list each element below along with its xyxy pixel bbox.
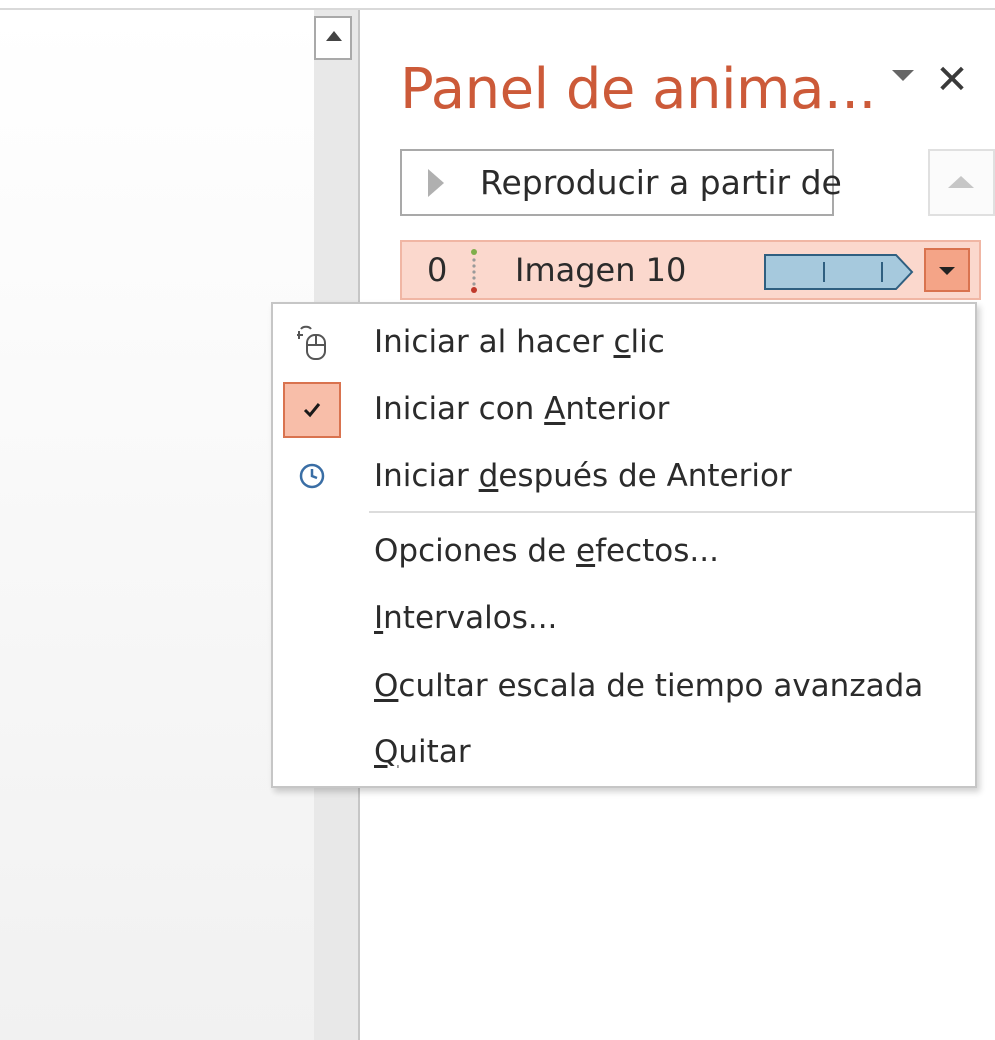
menu-separator [369, 511, 975, 513]
menu-item-start-on-click[interactable]: Iniciar al hacer clic [273, 310, 975, 374]
menu-item-label: Opciones de efectos... [374, 533, 719, 569]
play-from-button-label: Reproducir a partir de [480, 163, 842, 202]
menu-item-label: Iniciar al hacer clic [374, 324, 665, 360]
arrow-up-icon [948, 176, 974, 188]
timing-bar[interactable] [764, 254, 914, 290]
slide-editing-area [0, 10, 314, 1040]
menu-item-label: Ocultar escala de tiempo avanzada [374, 668, 924, 704]
checkmark-icon [303, 403, 321, 418]
arrow-up-icon [326, 31, 342, 41]
menu-item-hide-advanced-timeline[interactable]: Ocultar escala de tiempo avanzada [273, 654, 975, 718]
menu-item-remove[interactable]: Quitar [273, 720, 975, 784]
item-dropdown-button[interactable] [924, 248, 970, 292]
effect-indicator-icon [471, 249, 477, 293]
menu-item-label: Quitar [374, 734, 471, 770]
scroll-up-button[interactable] [314, 16, 352, 60]
chevron-down-icon[interactable] [892, 70, 914, 81]
animation-order-number: 0 [427, 251, 448, 289]
menu-item-start-after-previous[interactable]: Iniciar después de Anterior [273, 444, 975, 508]
menu-item-label: Iniciar con Anterior [374, 391, 670, 427]
menu-item-gutter-checked [283, 382, 341, 438]
context-menu: Iniciar al hacer clic Iniciar con Anteri… [271, 302, 977, 788]
menu-item-effect-options[interactable]: Opciones de efectos... [273, 519, 975, 583]
close-icon[interactable]: ✕ [930, 52, 974, 108]
animation-item-name: Imagen 10 [515, 251, 687, 289]
clock-icon [299, 463, 325, 489]
play-from-button[interactable]: Reproducir a partir de [400, 149, 842, 216]
move-up-button[interactable] [928, 149, 995, 216]
menu-item-timing[interactable]: Intervalos... [273, 586, 975, 650]
play-icon [428, 169, 444, 197]
menu-item-gutter [283, 449, 341, 505]
menu-item-label: Intervalos... [374, 600, 558, 636]
menu-item-start-with-previous[interactable]: Iniciar con Anterior [273, 377, 975, 441]
mouse-click-icon [297, 325, 326, 360]
menu-item-gutter [283, 315, 341, 371]
powerpoint-window: Panel de anima... ✕ Reproducir a partir … [0, 0, 995, 1040]
animation-list-item[interactable]: 0 Imagen 10 [400, 240, 981, 300]
chevron-down-icon [939, 267, 955, 275]
menu-item-label: Iniciar después de Anterior [374, 458, 792, 494]
pane-title: Panel de anima... [400, 57, 876, 122]
